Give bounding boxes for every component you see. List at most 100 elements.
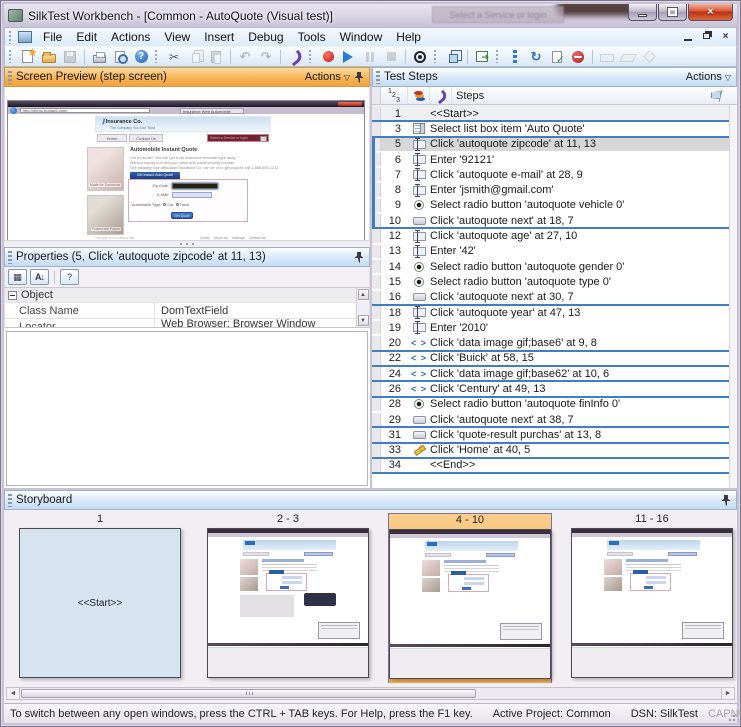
categorized-icon[interactable]: ▦	[8, 269, 27, 285]
copy-icon[interactable]	[185, 48, 205, 66]
menubar-grip[interactable]	[9, 31, 14, 44]
test-step-row[interactable]: 31Click 'quote-result purchas' at 13, 8	[372, 426, 737, 441]
remove-result-icon[interactable]	[568, 48, 588, 66]
menu-window[interactable]: Window	[333, 29, 390, 45]
scrollbar-thumb[interactable]	[21, 689, 476, 698]
help-icon[interactable]: ?	[60, 269, 79, 285]
mdi-close-button[interactable]: ×	[719, 30, 732, 42]
open-icon[interactable]	[39, 48, 59, 66]
test-step-row[interactable]: 16Click 'autoquote next' at 30, 7	[372, 289, 737, 304]
storyboard-scrollbar[interactable]: ◄ ►	[6, 687, 735, 700]
menu-file[interactable]: File	[36, 29, 69, 45]
playback-icon[interactable]	[339, 48, 359, 66]
identify-object-icon[interactable]	[410, 48, 430, 66]
data-column-icon[interactable]	[408, 87, 430, 104]
test-step-row[interactable]: 14Select radio button 'autoquote gender …	[372, 258, 737, 273]
menu-insert[interactable]: Insert	[197, 29, 241, 45]
scroll-left-icon[interactable]: ◄	[7, 688, 20, 699]
test-step-row[interactable]: 22< >Click 'Buick' at 58, 15	[372, 350, 737, 365]
toolbar-grip[interactable]	[155, 50, 160, 63]
storyboard-thumbnail-1[interactable]: 1<<Start>>	[18, 513, 182, 678]
test-step-row[interactable]: 5Click 'autoquote zipcode' at 11, 13	[372, 136, 737, 151]
print-preview-icon[interactable]	[110, 48, 130, 66]
save-icon[interactable]	[60, 48, 80, 66]
flow-column-icon[interactable]	[430, 87, 452, 104]
property-row-clipped[interactable]: Locator Web Browser: Browser Window	[5, 319, 369, 328]
test-step-row[interactable]: 26< >Click 'Century' at 49, 13	[372, 380, 737, 395]
test-step-row[interactable]: 24< >Click 'data image gif;base62' at 10…	[372, 365, 737, 380]
panel-grip[interactable]	[8, 494, 12, 507]
menu-actions[interactable]: Actions	[104, 29, 157, 45]
print-icon[interactable]	[89, 48, 109, 66]
property-row[interactable]: Class Name DomTextField	[5, 303, 369, 319]
redo-icon[interactable]	[256, 48, 276, 66]
pin-icon[interactable]	[354, 71, 364, 83]
properties-header[interactable]: Properties (5, Click 'autoquote zipcode'…	[4, 247, 370, 267]
test-step-row[interactable]: 8Enter 'jsmith@gmail.com'	[372, 181, 737, 196]
run-results-icon[interactable]	[472, 48, 492, 66]
menu-edit[interactable]: Edit	[69, 29, 104, 45]
toolbar-grip[interactable]	[309, 50, 314, 63]
undo-icon[interactable]	[235, 48, 255, 66]
steps-column-label[interactable]: Steps	[452, 87, 737, 104]
test-step-row[interactable]: 9Select radio button 'autoquote vehicle …	[372, 197, 737, 212]
resize-grip[interactable]	[726, 712, 736, 722]
menu-help[interactable]: Help	[389, 29, 428, 45]
test-step-row[interactable]: 15Select radio button 'autoquote type 0'	[372, 273, 737, 288]
steps-scrollbar[interactable]	[729, 105, 737, 488]
pin-icon[interactable]	[721, 494, 731, 506]
panel-grip[interactable]	[376, 71, 380, 84]
scroll-down-icon[interactable]: ▼	[358, 315, 369, 326]
screen-preview-actions-menu[interactable]: Actions▽	[305, 71, 350, 83]
test-step-row[interactable]: 3Select list box item 'Auto Quote'	[372, 120, 737, 135]
cut-icon[interactable]	[164, 48, 184, 66]
menu-view[interactable]: View	[157, 29, 197, 45]
panel-grip[interactable]	[8, 251, 12, 264]
toolbar-grip[interactable]	[496, 50, 501, 63]
document-icon[interactable]	[18, 31, 32, 43]
test-step-row[interactable]: 7Click 'autoquote e-mail' at 28, 9	[372, 166, 737, 181]
screen-preview-area[interactable]: http://demo.borland.com/ Insurance Web A…	[4, 87, 370, 240]
test-step-row[interactable]: 6Enter '92121'	[372, 151, 737, 166]
close-button[interactable]: ×	[688, 4, 733, 21]
verify-results-icon[interactable]	[547, 48, 567, 66]
screen-preview-header[interactable]: Screen Preview (step screen) Actions▽	[4, 67, 370, 87]
test-steps-header[interactable]: Test Steps Actions▽	[372, 67, 737, 87]
shape-rectangle-icon[interactable]	[597, 48, 617, 66]
stop-icon[interactable]	[381, 48, 401, 66]
test-step-row[interactable]: 28Select radio button 'autoquote finInfo…	[372, 396, 737, 411]
mdi-restore-button[interactable]	[700, 30, 713, 42]
row-number-column-icon[interactable]: 2	[381, 87, 408, 104]
shape-parallelogram-icon[interactable]	[618, 48, 638, 66]
menu-tools[interactable]: Tools	[291, 29, 333, 45]
collapse-icon[interactable]	[8, 291, 17, 300]
test-step-row[interactable]: 10Click 'autoquote next' at 18, 7	[372, 212, 737, 227]
help-icon[interactable]	[131, 48, 151, 66]
test-step-row[interactable]: 1<<Start>>	[372, 105, 737, 120]
test-steps-icon[interactable]	[505, 48, 525, 66]
test-step-row[interactable]: 33Click 'Home' at 40, 5	[372, 442, 737, 457]
scroll-right-icon[interactable]: ►	[721, 688, 734, 699]
toolbar-grip[interactable]	[434, 50, 439, 63]
panel-grip[interactable]	[8, 71, 12, 84]
properties-scrollbar[interactable]: ▲ ▼	[356, 288, 369, 327]
window-layout-icon[interactable]	[443, 48, 463, 66]
test-step-row[interactable]: 20< >Click 'data image gif;base6' at 9, …	[372, 334, 737, 349]
test-step-row[interactable]: 12Click 'autoquote age' at 27, 10	[372, 227, 737, 242]
menu-debug[interactable]: Debug	[241, 29, 290, 45]
scroll-up-icon[interactable]: ▲	[358, 289, 369, 300]
storyboard-thumbnail-3[interactable]: 4 - 10	[388, 513, 552, 683]
toolbar-grip[interactable]	[9, 50, 14, 63]
properties-category-row[interactable]: Object	[5, 288, 369, 303]
paste-icon[interactable]	[206, 48, 226, 66]
title-bar[interactable]: SilkTest Workbench - [Common - AutoQuote…	[4, 4, 737, 27]
test-step-row[interactable]: 29Click 'autoquote next' at 38, 7	[372, 411, 737, 426]
flag-icon[interactable]	[711, 90, 723, 102]
record-icon[interactable]	[318, 48, 338, 66]
maximize-button[interactable]	[658, 4, 687, 21]
pin-icon[interactable]	[354, 251, 364, 263]
test-step-row[interactable]: 34<<End>>	[372, 457, 737, 472]
shape-diamond-icon[interactable]	[639, 48, 659, 66]
horizontal-splitter[interactable]	[4, 240, 370, 247]
sort-alphabetical-icon[interactable]: A↓	[30, 269, 49, 285]
